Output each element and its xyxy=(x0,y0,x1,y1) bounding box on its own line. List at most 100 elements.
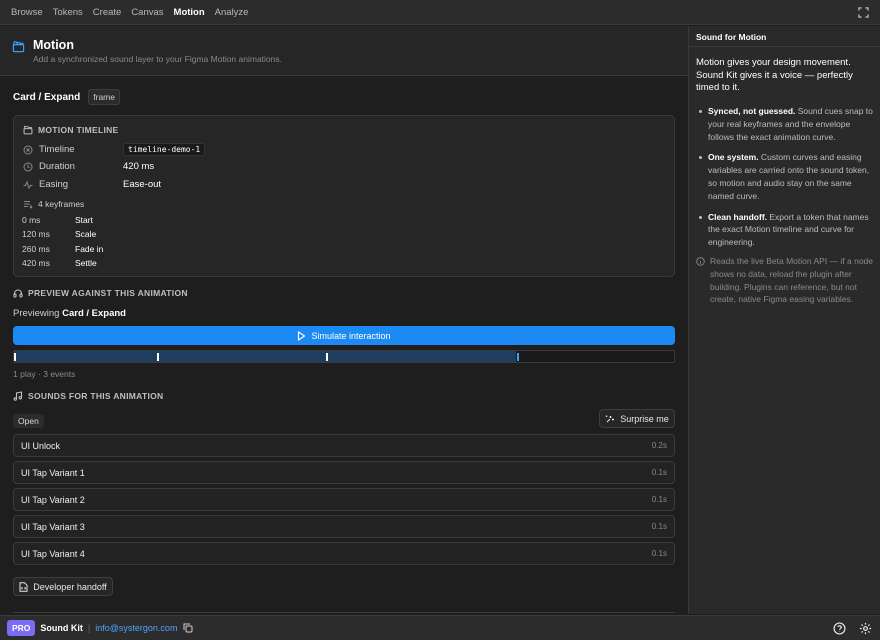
brand-name: Sound Kit xyxy=(40,623,83,633)
tab-motion[interactable]: Motion xyxy=(174,7,205,18)
music-note-icon xyxy=(13,391,23,401)
keyframe-row: 0 ms Start xyxy=(22,215,93,225)
keyframe-time: 260 ms xyxy=(22,244,50,254)
api-note: Reads the live Beta Motion API — if a no… xyxy=(696,255,876,306)
frame-name: Card / Expand xyxy=(13,91,81,103)
side-panel-title: Sound for Motion xyxy=(689,26,880,47)
sound-name: UI Tap Variant 1 xyxy=(21,467,85,478)
simulate-label: Simulate interaction xyxy=(311,330,391,341)
page-subtitle: Add a synchronized sound layer to your F… xyxy=(33,54,282,64)
sound-duration: 0.1s xyxy=(651,495,667,504)
timeline-label: Timeline xyxy=(39,144,75,155)
previewing-prefix: Previewing xyxy=(13,308,60,319)
frame-row: Card / Expand frame xyxy=(13,89,120,105)
motion-timeline-card: MOTION TIMELINE Timeline timeline-demo-1… xyxy=(13,115,675,277)
easing-label: Easing xyxy=(39,179,69,190)
headphones-icon xyxy=(13,289,23,298)
sound-row[interactable]: UI Tap Variant 3 0.1s xyxy=(13,515,675,538)
page-title: Motion xyxy=(33,38,74,52)
tab-tokens[interactable]: Tokens xyxy=(53,7,83,18)
expand-icon[interactable] xyxy=(858,7,869,18)
main-panel: Motion Add a synchronized sound layer to… xyxy=(0,26,688,614)
plays-count: 1 play · 3 events xyxy=(13,369,76,379)
tab-canvas[interactable]: Canvas xyxy=(131,7,163,18)
developer-handoff-button[interactable]: Developer handoff xyxy=(13,577,113,596)
keyframe-row: 120 ms Scale xyxy=(22,229,96,239)
previewing-target: Card / Expand xyxy=(62,308,126,319)
event-marker xyxy=(157,353,159,361)
sound-row[interactable]: UI Tap Variant 4 0.1s xyxy=(13,542,675,565)
side-intro: Motion gives your design movement. Sound… xyxy=(696,57,853,93)
frame-badge: frame xyxy=(88,89,120,105)
page-header: Motion Add a synchronized sound layer to… xyxy=(0,26,688,76)
surprise-label: Surprise me xyxy=(620,413,669,424)
preview-progress-track[interactable] xyxy=(13,350,675,363)
file-code-icon xyxy=(19,581,28,592)
handoff-label: Developer handoff xyxy=(33,581,107,592)
keyframe-name: Scale xyxy=(75,229,97,239)
feature-item: Synced, not guessed. Sound cues snap to … xyxy=(696,105,876,143)
feature-title: Synced, not guessed. xyxy=(708,106,796,116)
easing-value: Ease-out xyxy=(123,179,162,190)
surprise-me-button[interactable]: Surprise me xyxy=(599,409,675,428)
sounds-heading: SOUNDS FOR THIS ANIMATION xyxy=(13,391,163,401)
duration-value: 420 ms xyxy=(123,161,155,172)
feature-item: One system. Custom curves and easing var… xyxy=(696,151,876,202)
duration-prop: Duration 420 ms xyxy=(23,161,154,172)
keyframes-count-label: 4 keyframes xyxy=(38,199,85,209)
keyframes-count: 4 keyframes xyxy=(23,199,84,209)
clapperboard-icon xyxy=(12,40,25,53)
preview-progress-fill xyxy=(14,351,516,362)
list-icon xyxy=(24,201,33,209)
sound-row[interactable]: UI Unlock 0.2s xyxy=(13,434,675,457)
footer-actions xyxy=(820,622,872,635)
feature-item: Clean handoff. Export a token that names… xyxy=(696,211,876,249)
section-title: PREVIEW AGAINST THIS ANIMATION xyxy=(28,288,188,298)
keyframe-name: Start xyxy=(75,215,93,225)
keyframe-time: 420 ms xyxy=(22,258,50,268)
keyframe-time: 0 ms xyxy=(22,215,41,225)
tab-create[interactable]: Create xyxy=(93,7,122,18)
sparkle-icon xyxy=(606,415,615,422)
duration-label: Duration xyxy=(39,161,75,172)
timeline-prop: Timeline timeline-demo-1 xyxy=(23,143,206,156)
sound-name: UI Tap Variant 4 xyxy=(21,548,85,559)
playhead-marker xyxy=(517,353,519,361)
open-badge[interactable]: Open xyxy=(13,414,44,428)
sound-row[interactable]: UI Tap Variant 1 0.1s xyxy=(13,461,675,484)
activity-icon xyxy=(23,180,33,189)
sound-name: UI Tap Variant 2 xyxy=(21,494,85,505)
api-note-text: Reads the live Beta Motion API — if a no… xyxy=(710,256,874,305)
variable-icon xyxy=(23,145,33,154)
sound-name: UI Unlock xyxy=(21,440,61,451)
tab-analyze[interactable]: Analyze xyxy=(215,7,249,18)
keyframe-name: Settle xyxy=(75,258,97,268)
pro-badge: PRO xyxy=(7,620,36,636)
sound-row[interactable]: UI Tap Variant 2 0.1s xyxy=(13,488,675,511)
footer-separator: | xyxy=(87,623,91,633)
email-link[interactable]: info@systergon.com xyxy=(95,623,177,633)
keyframe-row: 420 ms Settle xyxy=(22,258,97,268)
tab-browse[interactable]: Browse xyxy=(11,7,43,18)
section-title: SOUNDS FOR THIS ANIMATION xyxy=(28,391,164,401)
footer-bar: PRO Sound Kit | info@systergon.com xyxy=(0,615,880,640)
event-marker xyxy=(14,353,16,361)
feature-title: Clean handoff. xyxy=(708,211,768,222)
top-nav: Browse Tokens Create Canvas Motion Analy… xyxy=(0,0,880,25)
motion-timeline-heading: MOTION TIMELINE xyxy=(23,125,119,135)
keyframe-row: 260 ms Fade in xyxy=(22,244,103,254)
gear-icon[interactable] xyxy=(859,622,872,635)
info-icon xyxy=(696,257,705,266)
simulate-interaction-button[interactable]: Simulate interaction xyxy=(13,326,675,345)
easing-prop: Easing Ease-out xyxy=(23,179,161,190)
keyframe-name: Fade in xyxy=(75,244,104,254)
help-icon[interactable] xyxy=(833,622,846,635)
timeline-id: timeline-demo-1 xyxy=(123,143,206,156)
keyframe-time: 120 ms xyxy=(22,229,50,239)
copy-icon[interactable] xyxy=(183,623,193,633)
section-title: MOTION TIMELINE xyxy=(38,125,119,135)
sound-duration: 0.2s xyxy=(651,441,667,450)
previewing-text: Previewing Card / Expand xyxy=(13,308,126,319)
sound-duration: 0.1s xyxy=(651,522,667,531)
feature-list: Synced, not guessed. Sound cues snap to … xyxy=(696,105,876,257)
